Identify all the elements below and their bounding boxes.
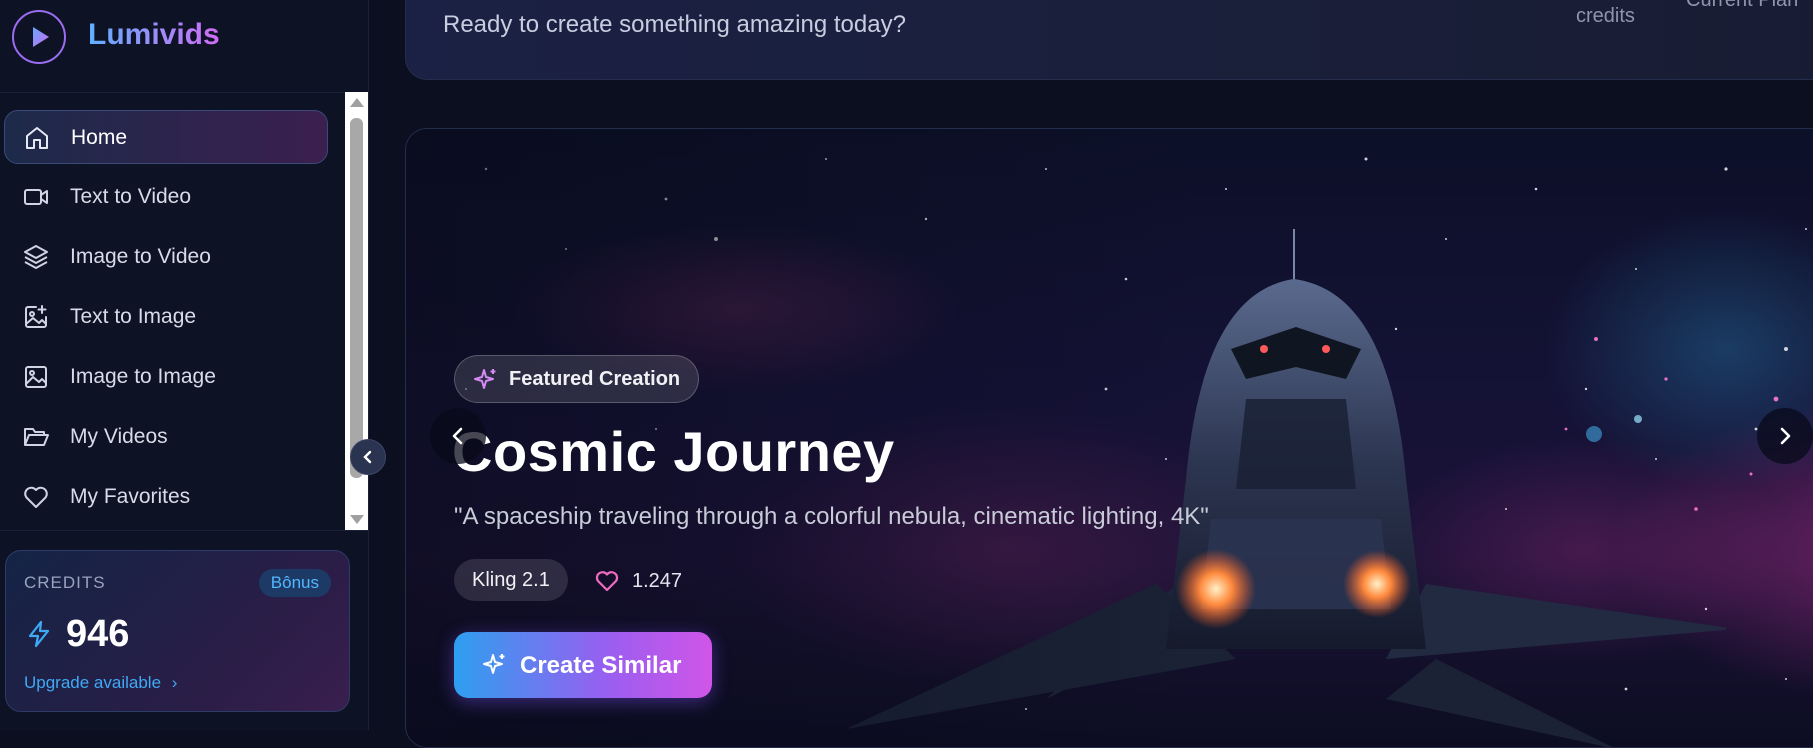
sidebar-divider xyxy=(0,530,368,531)
hero-prev-button[interactable] xyxy=(430,408,486,464)
model-tag: Kling 2.1 xyxy=(454,559,568,601)
likes-count[interactable]: 1.247 xyxy=(594,567,682,595)
sparkles-icon xyxy=(474,369,496,389)
lightning-icon xyxy=(28,620,50,648)
welcome-message: Ready to create something amazing today? xyxy=(443,11,906,38)
sidebar-item-label: Text to Video xyxy=(70,185,192,208)
featured-creation-badge: Featured Creation xyxy=(454,355,700,403)
sidebar-item-label: My Favorites xyxy=(70,485,191,508)
chevron-right-icon xyxy=(1780,427,1791,445)
image-icon xyxy=(25,366,47,388)
sidebar-item-text-to-video[interactable]: Text to Video xyxy=(4,170,328,224)
sidebar-item-label: Image to Video xyxy=(70,245,211,268)
bonus-badge: Bônus xyxy=(258,569,331,597)
featured-badge-label: Featured Creation xyxy=(509,367,681,390)
brand-name: Lumivids xyxy=(88,18,220,51)
create-similar-label: Create Similar xyxy=(520,652,682,679)
sidebar-nav: Home Text to Video Image to Video Text t… xyxy=(0,92,345,530)
sidebar-item-label: Text to Image xyxy=(70,305,197,328)
hero-prompt: "A spaceship traveling through a colorfu… xyxy=(454,503,1209,530)
brand[interactable]: Lumivids xyxy=(0,0,368,93)
heart-icon xyxy=(595,571,619,592)
heart-icon xyxy=(24,486,48,508)
image-plus-icon xyxy=(25,305,47,328)
chevron-right-icon: › xyxy=(171,673,178,692)
home-icon xyxy=(26,127,48,149)
hero-next-button[interactable] xyxy=(1757,408,1813,464)
featured-hero: Featured Creation Cosmic Journey "A spac… xyxy=(405,128,1813,748)
chevron-left-icon xyxy=(363,450,372,464)
sidebar-item-image-to-image[interactable]: Image to Image xyxy=(4,350,328,404)
chevron-left-icon xyxy=(452,427,463,445)
upgrade-link-label: Upgrade available xyxy=(24,673,162,692)
sidebar: Lumivids Home Text to Video Image to Vid… xyxy=(0,0,369,730)
scrollbar-thumb[interactable] xyxy=(350,118,363,478)
layers-icon xyxy=(24,245,48,269)
credits-amount: 946 xyxy=(66,613,130,655)
upgrade-link[interactable]: Upgrade available › xyxy=(24,673,177,693)
credits-title: CREDITS xyxy=(24,573,106,592)
sidebar-item-label: Home xyxy=(71,126,128,149)
scroll-down-arrow-icon[interactable] xyxy=(350,515,364,524)
sidebar-item-image-to-video[interactable]: Image to Video xyxy=(4,230,328,284)
header-plan-label: Current Plan xyxy=(1686,0,1799,11)
sidebar-collapse-button[interactable] xyxy=(350,439,386,475)
video-camera-icon xyxy=(24,189,48,205)
welcome-banner: Ready to create something amazing today?… xyxy=(405,0,1813,80)
sidebar-item-label: Image to Image xyxy=(70,365,216,388)
folder-open-icon xyxy=(24,428,49,446)
header-credits-label: credits xyxy=(1576,5,1635,27)
hero-title: Cosmic Journey xyxy=(452,420,895,483)
sidebar-item-home[interactable]: Home xyxy=(4,110,328,164)
sidebar-item-label: My Videos xyxy=(70,425,168,448)
play-logo-icon xyxy=(12,10,66,64)
sidebar-item-my-favorites[interactable]: My Favorites xyxy=(4,470,328,524)
scroll-up-arrow-icon[interactable] xyxy=(350,98,364,107)
sidebar-item-my-videos[interactable]: My Videos xyxy=(4,410,328,464)
sidebar-item-text-to-image[interactable]: Text to Image xyxy=(4,290,328,344)
likes-value: 1.247 xyxy=(632,569,683,592)
create-similar-button[interactable]: Create Similar xyxy=(454,632,712,698)
credits-card: CREDITS Bônus 946 Upgrade available › xyxy=(5,550,350,712)
sparkles-icon xyxy=(483,654,505,674)
